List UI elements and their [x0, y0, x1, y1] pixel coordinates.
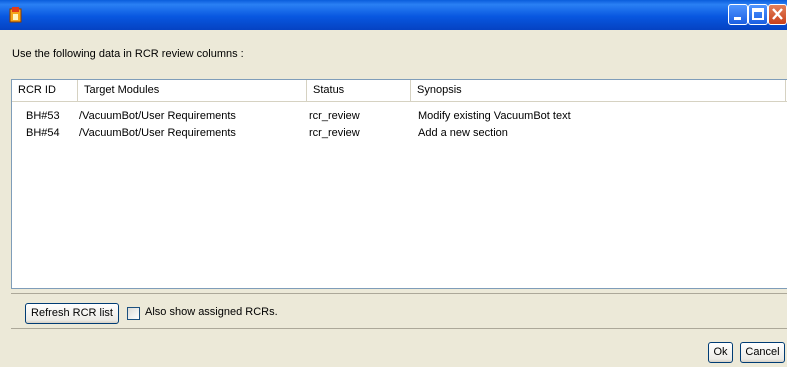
minimize-icon	[734, 17, 741, 20]
rcr-list-view[interactable]: RCR ID Target Modules Status Synopsis BH…	[11, 79, 787, 289]
cell-rcr-id: BH#53	[26, 110, 60, 122]
cancel-button[interactable]: Cancel	[740, 342, 785, 363]
minimize-button[interactable]	[728, 4, 748, 25]
list-header: RCR ID Target Modules Status Synopsis	[12, 80, 787, 102]
app-icon	[9, 7, 22, 23]
close-button[interactable]	[768, 4, 787, 25]
table-row[interactable]: BH#53 /VacuumBot/User Requirements rcr_r…	[12, 108, 787, 124]
divider	[11, 293, 787, 294]
instruction-text: Use the following data in RCR review col…	[12, 48, 244, 60]
cell-status: rcr_review	[309, 110, 360, 122]
show-assigned-label[interactable]: Also show assigned RCRs.	[145, 306, 278, 318]
cell-status: rcr_review	[309, 127, 360, 139]
ok-button[interactable]: Ok	[708, 342, 733, 363]
table-row[interactable]: BH#54 /VacuumBot/User Requirements rcr_r…	[12, 125, 787, 141]
show-assigned-checkbox[interactable]	[127, 307, 140, 320]
maximize-button[interactable]	[748, 4, 768, 25]
close-icon	[772, 8, 783, 20]
cell-target-module: /VacuumBot/User Requirements	[79, 127, 236, 139]
cell-synopsis: Modify existing VacuumBot text	[418, 110, 571, 122]
cell-target-module: /VacuumBot/User Requirements	[79, 110, 236, 122]
cell-synopsis: Add a new section	[418, 127, 508, 139]
rcr-dialog-window: Use the following data in RCR review col…	[0, 0, 787, 367]
column-header-synopsis[interactable]: Synopsis	[411, 80, 786, 101]
cell-rcr-id: BH#54	[26, 127, 60, 139]
refresh-rcr-list-button[interactable]: Refresh RCR list	[25, 303, 119, 324]
maximize-icon	[752, 8, 764, 20]
divider	[11, 328, 787, 329]
column-header-status[interactable]: Status	[307, 80, 411, 101]
column-header-rcr-id[interactable]: RCR ID	[12, 80, 78, 101]
title-bar[interactable]	[0, 0, 787, 30]
column-header-target-modules[interactable]: Target Modules	[78, 80, 307, 101]
